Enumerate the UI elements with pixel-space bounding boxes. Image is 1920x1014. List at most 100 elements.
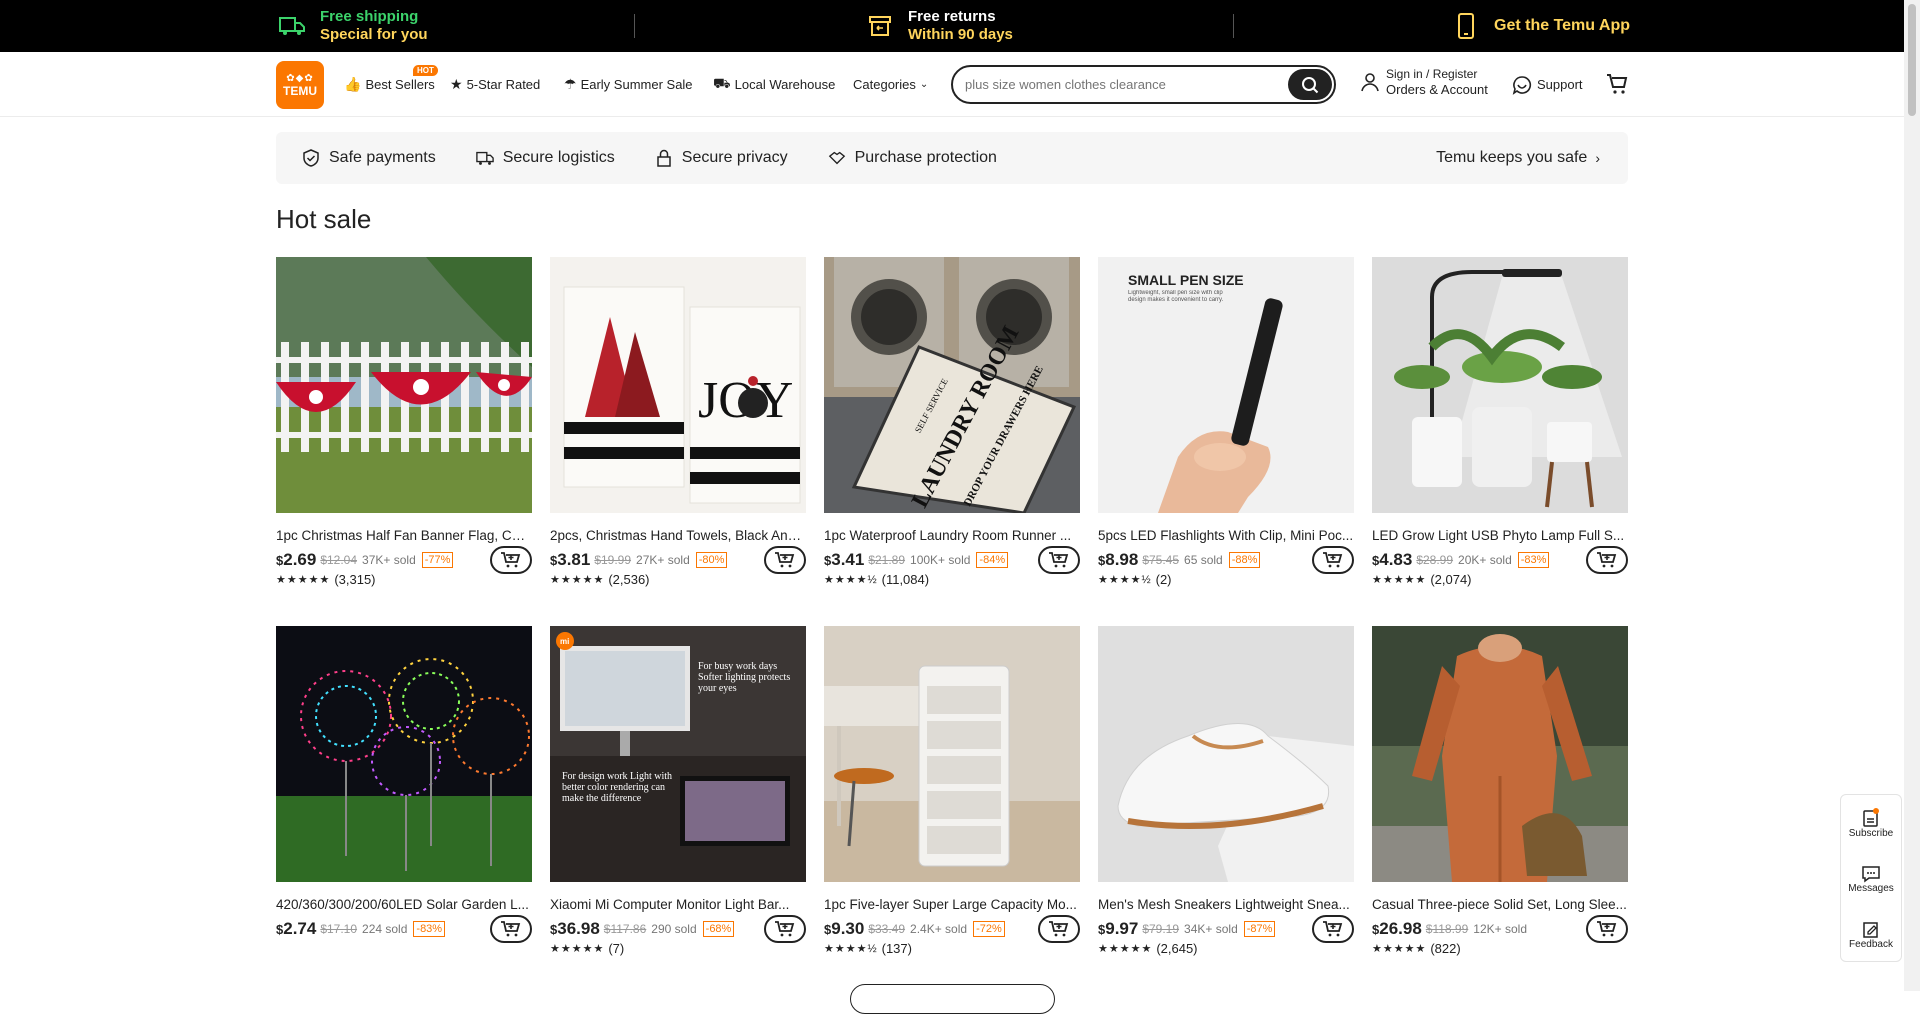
original-price: $12.04 [320, 553, 358, 567]
original-price: $117.86 [603, 922, 647, 936]
product-name[interactable]: 5pcs LED Flashlights With Clip, Mini Poc… [1098, 527, 1354, 544]
product-name[interactable]: 1pc Christmas Half Fan Banner Flag, Chr.… [276, 527, 532, 544]
subscribe-icon [1863, 807, 1879, 827]
star-rating-icon: ★★★★★ [550, 574, 605, 586]
secure-privacy[interactable]: Secure privacy [655, 149, 788, 167]
product-name[interactable]: Xiaomi Mi Computer Monitor Light Bar... [550, 896, 806, 913]
discount-badge: -83% [413, 921, 446, 937]
add-to-cart-button[interactable] [1312, 546, 1354, 574]
temu-logo[interactable]: ✿◆✿ TEMU [276, 61, 324, 109]
product-image[interactable] [1372, 626, 1628, 882]
product-card[interactable]: LAUNDRY ROOM DROP YOUR DRAWERS HERE SELF… [824, 257, 1080, 587]
product-price: $36.98 [550, 919, 600, 938]
nav-categories[interactable]: Categories ⌄ [853, 52, 928, 117]
original-price: $28.99 [1416, 553, 1454, 567]
account-menu[interactable]: Sign in / Register Orders & Account [1360, 67, 1488, 97]
product-name[interactable]: LED Grow Light USB Phyto Lamp Full S... [1372, 527, 1628, 544]
product-name[interactable]: Men's Mesh Sneakers Lightweight Snea... [1098, 896, 1354, 913]
product-card[interactable]: Casual Three-piece Solid Set, Long Slee.… [1372, 626, 1628, 956]
sold-count: 2.4K+ sold [910, 922, 968, 936]
star-badge-icon: ★ [450, 76, 463, 92]
product-card[interactable]: LED Grow Light USB Phyto Lamp Full S... … [1372, 257, 1628, 587]
scrollbar-thumb[interactable] [1908, 4, 1916, 116]
product-card[interactable]: 420/360/300/200/60LED Solar Garden L... … [276, 626, 532, 943]
thumbs-up-icon: 👍 [344, 76, 362, 92]
nav-local-warehouse[interactable]: ⛟ Local Warehouse [713, 52, 835, 117]
search-icon [1302, 76, 1319, 93]
return-box-icon [866, 12, 894, 40]
original-price: $19.99 [594, 553, 632, 567]
search-button[interactable] [1288, 69, 1332, 100]
product-name[interactable]: 1pc Waterproof Laundry Room Runner ... [824, 527, 1080, 544]
product-card[interactable]: 1pc Christmas Half Fan Banner Flag, Chr.… [276, 257, 532, 587]
add-to-cart-button[interactable] [764, 915, 806, 943]
product-image[interactable] [824, 626, 1080, 882]
add-to-cart-button[interactable] [1586, 915, 1628, 943]
add-to-cart-button[interactable] [1586, 546, 1628, 574]
product-name[interactable]: Casual Three-piece Solid Set, Long Slee.… [1372, 896, 1628, 913]
cart-plus-icon [1049, 552, 1069, 568]
add-to-cart-button[interactable] [490, 915, 532, 943]
product-card[interactable]: SMALL PEN SIZE Lightweight, small pen si… [1098, 257, 1354, 587]
product-name[interactable]: 420/360/300/200/60LED Solar Garden L... [276, 896, 532, 913]
free-shipping-promo[interactable]: Free shipping Special for you [278, 0, 428, 52]
page-scrollbar[interactable] [1904, 0, 1920, 991]
product-card[interactable]: mi For busy work days Softer lighting pr… [550, 626, 806, 956]
product-card[interactable]: 1pc Five-layer Super Large Capacity Mo..… [824, 626, 1080, 956]
product-name[interactable]: 1pc Five-layer Super Large Capacity Mo..… [824, 896, 1080, 913]
secure-logistics[interactable]: Secure logistics [475, 149, 615, 167]
cart-plus-icon [501, 552, 521, 568]
free-returns-promo[interactable]: Free returns Within 90 days [866, 0, 1013, 52]
add-to-cart-button[interactable] [764, 546, 806, 574]
see-more-button[interactable] [850, 984, 1055, 1014]
sold-count: 65 sold [1184, 553, 1223, 567]
temu-keeps-you-safe-link[interactable]: Temu keeps you safe › [1436, 132, 1600, 184]
product-image[interactable]: JOY [550, 257, 806, 513]
product-card[interactable]: JOY 2pcs, Christmas Hand Towels, Black A… [550, 257, 806, 587]
nav-early-summer-sale[interactable]: ☂ Early Summer Sale [564, 52, 693, 117]
get-app-promo[interactable]: Get the Temu App [1452, 0, 1630, 52]
feedback-button[interactable]: Feedback [1841, 907, 1901, 963]
nav-5-star-rated[interactable]: ★ 5-Star Rated [450, 52, 540, 117]
product-image[interactable]: LAUNDRY ROOM DROP YOUR DRAWERS HERE SELF… [824, 257, 1080, 513]
subscribe-button[interactable]: Subscribe [1841, 795, 1901, 851]
product-name[interactable]: 2pcs, Christmas Hand Towels, Black And..… [550, 527, 806, 544]
add-to-cart-button[interactable] [1312, 915, 1354, 943]
sold-count: 12K+ sold [1473, 922, 1527, 936]
product-card[interactable]: Men's Mesh Sneakers Lightweight Snea... … [1098, 626, 1354, 956]
review-count: (2,074) [1430, 572, 1472, 587]
flashlight-sub-text: Lightweight, small pen size with clip de… [1128, 290, 1224, 303]
nav-label: Best Sellers [365, 77, 435, 92]
nav-label: Local Warehouse [734, 77, 836, 92]
handshake-icon [828, 149, 846, 167]
product-image[interactable] [276, 257, 532, 513]
star-rating-icon: ★★★★★ [1372, 943, 1427, 955]
product-image[interactable]: mi For busy work days Softer lighting pr… [550, 626, 806, 882]
product-image[interactable] [1372, 257, 1628, 513]
nav-best-sellers[interactable]: 👍 Best Sellers [344, 52, 435, 117]
purchase-protection[interactable]: Purchase protection [828, 149, 997, 167]
search-input[interactable] [965, 67, 1285, 102]
review-count: (7) [608, 941, 625, 956]
support-link[interactable]: Support [1512, 52, 1583, 117]
add-to-cart-button[interactable] [1038, 546, 1080, 574]
orders-label: Orders & Account [1386, 82, 1488, 97]
star-rating-icon: ★★★★½ [824, 943, 878, 955]
sold-count: 100K+ sold [910, 553, 971, 567]
product-image[interactable]: SMALL PEN SIZE Lightweight, small pen si… [1098, 257, 1354, 513]
nav-label: 5-Star Rated [466, 77, 541, 92]
messages-label: Messages [1848, 882, 1894, 894]
product-image[interactable] [1098, 626, 1354, 882]
message-icon [1862, 865, 1880, 882]
star-rating-icon: ★★★★★ [550, 943, 605, 955]
safe-right-label: Temu keeps you safe [1436, 149, 1588, 166]
review-count: (137) [881, 941, 912, 956]
messages-button[interactable]: Messages [1841, 851, 1901, 907]
safe-label: Secure logistics [502, 149, 615, 166]
product-rating: ★★★★★ (3,315) [276, 572, 532, 587]
add-to-cart-button[interactable] [1038, 915, 1080, 943]
product-image[interactable] [276, 626, 532, 882]
cart-button[interactable] [1605, 72, 1629, 96]
add-to-cart-button[interactable] [490, 546, 532, 574]
safe-payments[interactable]: Safe payments [302, 149, 436, 167]
